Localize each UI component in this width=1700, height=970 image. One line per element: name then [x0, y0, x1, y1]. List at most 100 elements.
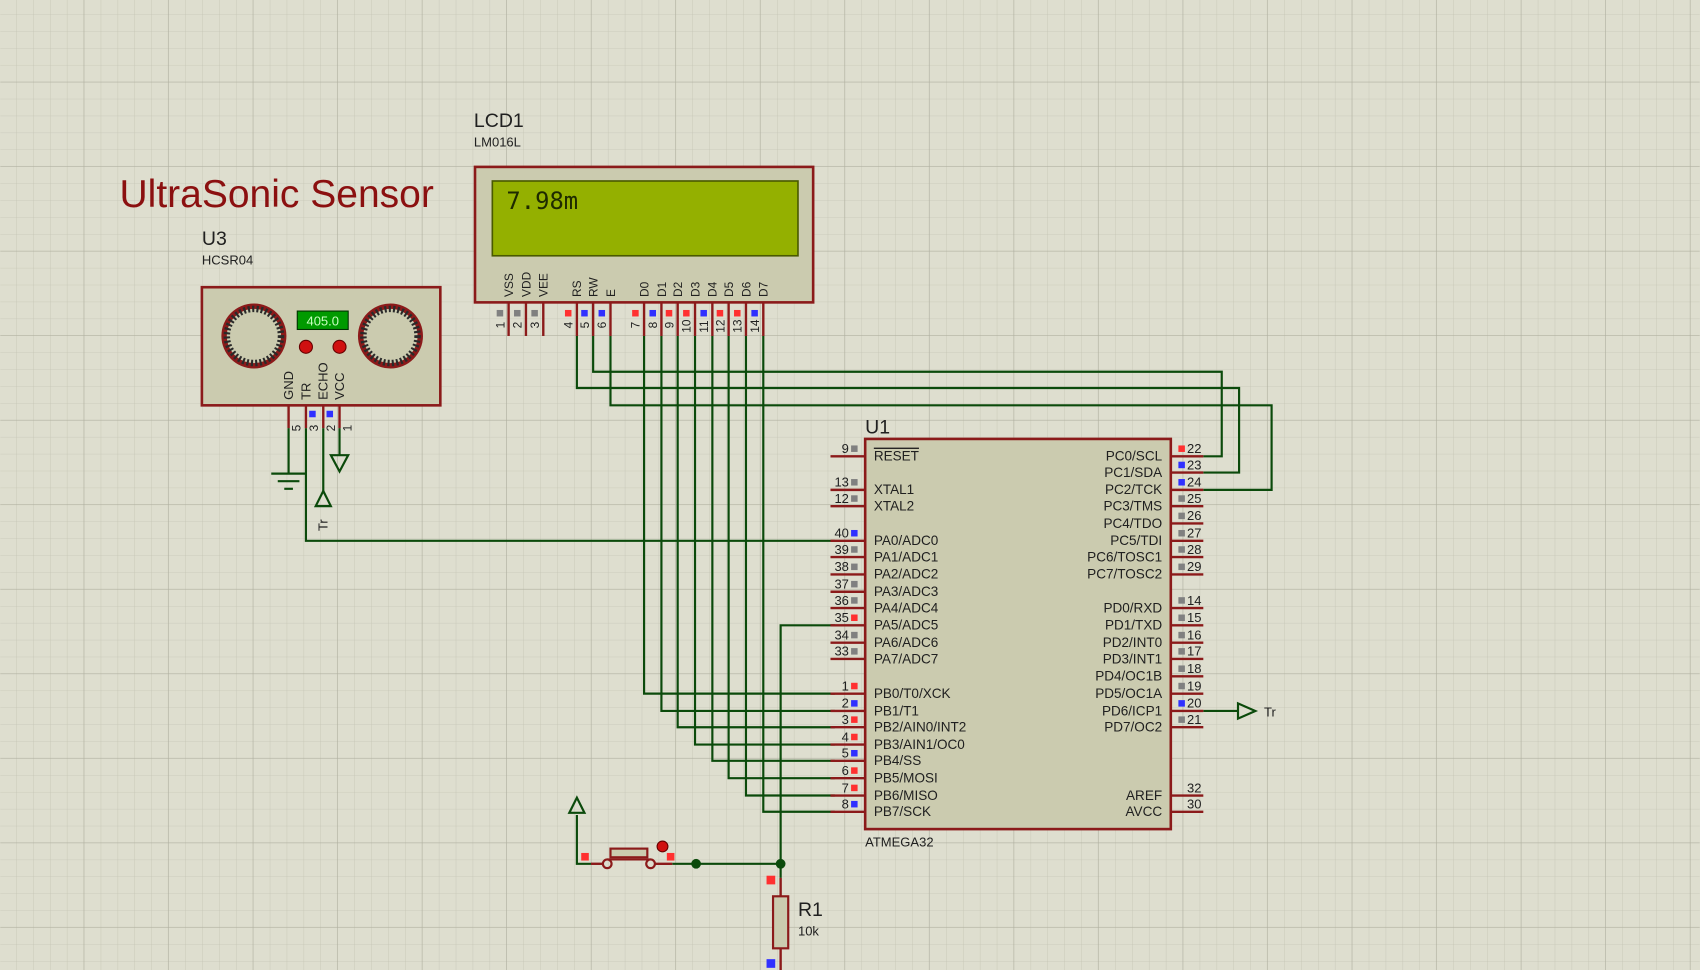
- pin-number: 4: [842, 729, 849, 744]
- pin-number: 6: [595, 321, 609, 328]
- distance-display-value: 405.0: [306, 314, 339, 329]
- pin-label: PC3/TMS: [1103, 498, 1162, 513]
- pin-number: 40: [834, 526, 848, 541]
- pin-label: RS: [570, 280, 584, 297]
- pin-label: PB4/SS: [874, 753, 921, 768]
- pin-label: PB7/SCK: [874, 804, 931, 819]
- pin-label: E: [604, 289, 618, 297]
- pin-number: 13: [834, 475, 848, 490]
- pin-label: PC5/TDI: [1110, 533, 1162, 548]
- resistor-ref: R1: [798, 899, 823, 921]
- pin-label: PD3/INT1: [1103, 651, 1162, 666]
- pin-number: 2: [511, 321, 525, 328]
- pin-number: 7: [842, 780, 849, 795]
- pin-label: RESET: [874, 449, 919, 464]
- pin-number: 28: [1187, 542, 1201, 557]
- pin-number: 23: [1187, 457, 1201, 472]
- increase-button[interactable]: [332, 339, 347, 354]
- pin-number: 1: [842, 678, 849, 693]
- mcu-ref: U1: [865, 417, 890, 439]
- pin-label: VDD: [519, 271, 533, 297]
- pin-label: PD6/ICP1: [1102, 703, 1162, 718]
- lcd-ref: LCD1: [474, 110, 524, 132]
- pin-number: 11: [697, 320, 711, 333]
- pin-number: 19: [1187, 678, 1201, 693]
- pin-label: PA6/ADC6: [874, 635, 938, 650]
- pin-number: 37: [834, 577, 848, 592]
- pin-label: PD0/RXD: [1103, 600, 1162, 615]
- pin-number: 10: [680, 319, 694, 333]
- pin-label: VEE: [537, 273, 551, 297]
- pin-label: PA2/ADC2: [874, 567, 938, 582]
- pin-label: PA5/ADC5: [874, 618, 938, 633]
- pin-number: 33: [834, 644, 848, 659]
- pin-number: 6: [842, 763, 849, 778]
- pin-label: D6: [739, 281, 753, 297]
- pin-number: 36: [834, 593, 848, 608]
- pin-number: 9: [662, 321, 676, 328]
- pin-number: 29: [1187, 559, 1201, 574]
- pin-number: 17: [1187, 644, 1201, 659]
- pin-label: D7: [757, 281, 771, 297]
- pin-number: 32: [1187, 780, 1201, 795]
- pin-number: 5: [290, 424, 304, 431]
- pin-label: PA4/ADC4: [874, 600, 939, 615]
- pin-number: 26: [1187, 508, 1201, 523]
- pin-number: 3: [307, 424, 321, 431]
- pin-label: ECHO: [316, 362, 331, 400]
- pin-number: 38: [834, 559, 848, 574]
- pin-number: 27: [1187, 526, 1201, 541]
- pin-label: D0: [637, 281, 651, 297]
- pin-label: PD4/OC1B: [1095, 669, 1162, 684]
- pin-number: 9: [842, 441, 849, 456]
- schematic-title: UltraSonic Sensor: [120, 173, 434, 216]
- decrease-button[interactable]: [298, 339, 313, 354]
- pin-label: PB1/T1: [874, 703, 919, 718]
- pin-label: PD2/INT0: [1103, 635, 1162, 650]
- pin-label: PC6/TOSC1: [1087, 549, 1162, 564]
- pin-label: TR: [298, 383, 313, 400]
- pin-label: D1: [655, 281, 669, 297]
- pin-label: PB0/T0/XCK: [874, 686, 951, 701]
- pin-number: 5: [842, 746, 849, 761]
- lcd-part: LM016L: [474, 134, 521, 149]
- grid: [0, 0, 1700, 970]
- pin-label: D4: [706, 281, 720, 297]
- pin-number: 7: [629, 321, 643, 328]
- pin-number: 8: [842, 797, 849, 812]
- pin-number: 15: [1187, 610, 1201, 625]
- pin-label: PA7/ADC7: [874, 651, 938, 666]
- pin-number: 20: [1187, 696, 1201, 711]
- pin-number: 2: [842, 696, 849, 711]
- pin-label: PB3/AIN1/OC0: [874, 737, 965, 752]
- button-toggle-icon[interactable]: [656, 840, 669, 853]
- pin-label: PD1/TXD: [1105, 618, 1162, 633]
- pin-number: 1: [493, 321, 507, 328]
- pin-number: 24: [1187, 475, 1201, 490]
- schematic-canvas[interactable]: UltraSonic Sensor U3 HCSR04 405.0 GND5TR…: [0, 0, 1700, 970]
- pin-number: 22: [1187, 441, 1201, 456]
- pin-number: 25: [1187, 491, 1201, 506]
- pin-number: 12: [713, 319, 727, 333]
- pin-number: 1: [340, 424, 354, 431]
- pin-number: 8: [646, 321, 660, 328]
- pin-label: XTAL1: [874, 482, 914, 497]
- pin-label: RW: [586, 277, 600, 297]
- pin-number: 39: [834, 542, 848, 557]
- mcu-terminal-label: Tr: [1264, 704, 1276, 719]
- pin-number: 12: [834, 491, 848, 506]
- pin-label: VSS: [502, 273, 516, 297]
- pin-label: PA0/ADC0: [874, 533, 938, 548]
- pin-label: VCC: [332, 372, 347, 399]
- pin-label: PA3/ADC3: [874, 584, 938, 599]
- pin-label: PC2/TCK: [1105, 482, 1162, 497]
- pin-label: PB5/MOSI: [874, 771, 938, 786]
- pin-label: AVCC: [1126, 804, 1163, 819]
- pin-number: 13: [731, 319, 745, 333]
- pin-number: 14: [1187, 593, 1201, 608]
- pin-number: 4: [562, 321, 576, 328]
- pin-number: 21: [1187, 712, 1201, 727]
- pin-label: PC4/TDO: [1103, 516, 1162, 531]
- sensor-part: HCSR04: [202, 252, 253, 267]
- pin-label: GND: [281, 371, 296, 400]
